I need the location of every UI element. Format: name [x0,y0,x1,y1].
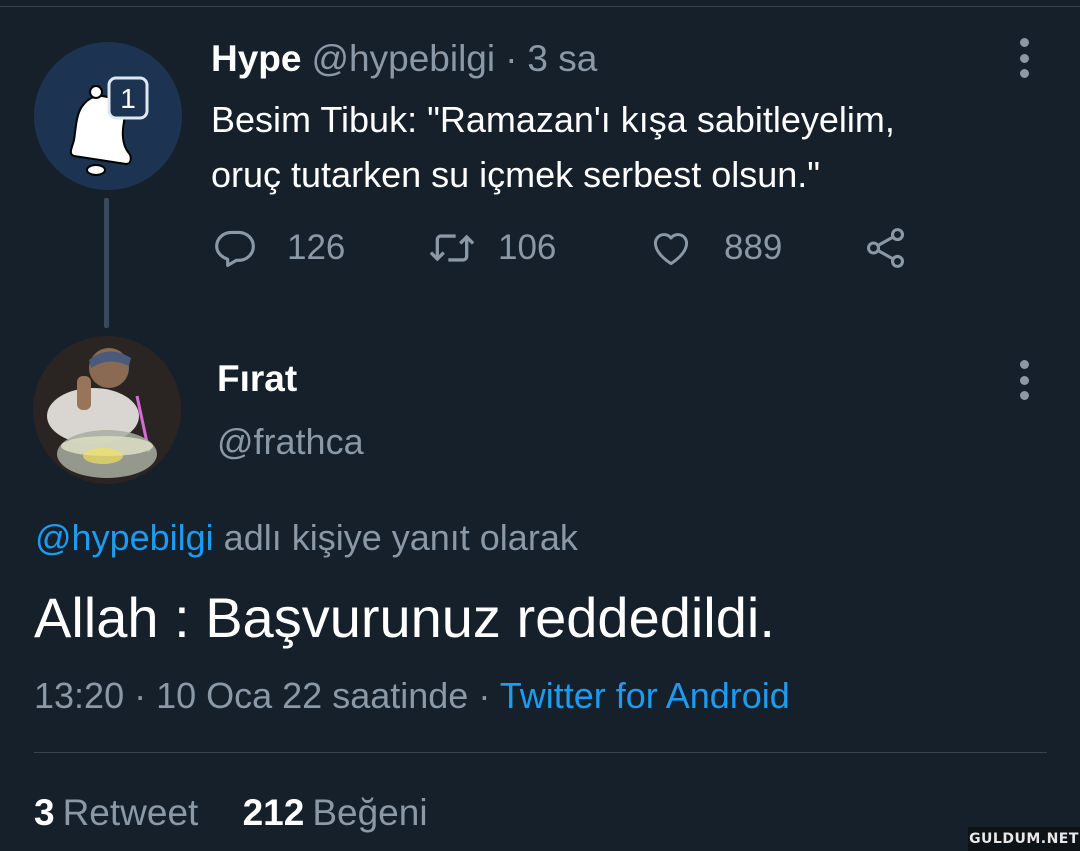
bell-icon: 1 [69,76,149,176]
tweet-source[interactable]: Twitter for Android [500,675,790,716]
reply-to-link[interactable]: @hypebilgi [35,517,214,558]
like-button[interactable]: 889 [648,222,782,274]
tweet-text: Besim Tibuk: "Ramazan'ı kışa sabitleyeli… [211,92,895,202]
tweet-time[interactable]: 3 sa [527,38,597,80]
author-handle[interactable]: @hypebilgi [311,38,495,80]
avatar-hype[interactable]: 1 [34,42,182,190]
tweet-timestamp[interactable]: 13:20 · 10 Oca 22 saatinde [34,675,468,716]
thread-line [104,198,109,328]
retweet-stat-count: 3 [34,792,55,833]
more-icon[interactable] [1019,38,1029,78]
retweet-count: 106 [498,228,557,267]
retweet-button[interactable]: 106 [426,222,556,274]
reply-author-handle[interactable]: @frathca [217,421,364,463]
separator-dot: · [478,675,491,716]
avatar-photo [33,336,181,484]
reply-count: 126 [287,228,346,267]
retweet-stat-label: Retweet [62,792,199,833]
like-stat-count: 212 [242,792,305,833]
reply-context: @hypebilgi adlı kişiye yanıt olarak [35,517,578,559]
tweet-meta: 13:20 · 10 Oca 22 saatinde · Twitter for… [34,675,790,717]
reply-text: Allah : Başvurunuz reddedildi. [34,586,775,649]
top-divider [0,6,1080,7]
reply-author-name[interactable]: Fırat [217,358,297,400]
tweet-text-line: oruç tutarken su içmek serbest olsun." [211,154,821,195]
watermark: GULDUM.NET [968,827,1080,851]
share-button[interactable] [863,222,909,274]
like-count: 889 [724,228,783,267]
reply-button[interactable]: 126 [213,222,345,274]
separator-dot: · [505,38,518,79]
tweet-header: Hype @hypebilgi · 3 sa [211,36,597,82]
avatar-badge: 1 [120,83,136,114]
like-icon [653,233,689,266]
retweet-stat[interactable]: 3 Retweet [34,792,209,833]
share-icon [867,228,905,268]
retweet-icon [429,234,475,262]
like-stat-label: Beğeni [312,792,428,833]
more-icon[interactable] [1019,360,1029,400]
tweet-text-line: Besim Tibuk: "Ramazan'ı kışa sabitleyeli… [211,99,895,140]
avatar-firat[interactable] [33,336,181,484]
author-name[interactable]: Hype [211,38,301,80]
like-stat[interactable]: 212 Beğeni [243,792,428,833]
divider [34,752,1047,753]
reply-to-label: adlı kişiye yanıt olarak [223,517,578,558]
tweet-stats: 3 Retweet 212 Beğeni [34,792,428,834]
reply-icon [215,230,255,267]
